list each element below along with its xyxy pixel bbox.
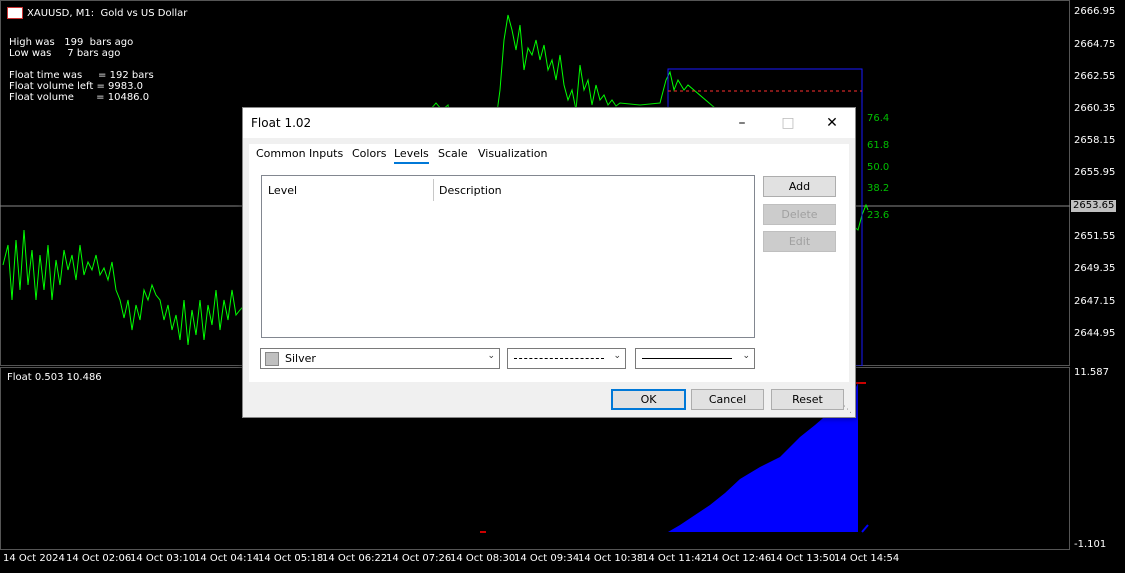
line-width-select[interactable]: ⌄ (635, 348, 755, 369)
tab-levels[interactable]: Levels (394, 147, 429, 164)
minimize-button[interactable]: – (719, 108, 765, 138)
tab-common[interactable]: Common (256, 147, 306, 160)
fib-level-618: 61.8 (867, 140, 890, 151)
close-icon: ✕ (826, 115, 838, 131)
time-tick: 14 Oct 10:38 (578, 553, 644, 564)
volume-tail (861, 524, 869, 533)
delete-button[interactable]: Delete (763, 204, 836, 225)
time-tick: 14 Oct 05:18 (258, 553, 324, 564)
price-tick: 2658.15 (1074, 135, 1116, 146)
line-style-select[interactable]: ⌄ (507, 348, 626, 369)
tab-inputs[interactable]: Inputs (309, 147, 343, 160)
dialog-titlebar[interactable]: Float 1.02 – □ ✕ (243, 108, 855, 138)
float-time-text: Float time was = 192 bars (9, 70, 154, 81)
fib-level-382: 38.2 (867, 183, 890, 194)
time-tick: 14 Oct 11:42 (642, 553, 708, 564)
time-tick: 14 Oct 12:46 (706, 553, 772, 564)
low-was-text: Low was 7 bars ago (9, 48, 121, 59)
chart-header: XAUUSD, M1: Gold vs US Dollar (27, 8, 188, 19)
time-tick: 14 Oct 09:34 (514, 553, 580, 564)
subwindow-axis-top: 11.587 (1074, 367, 1109, 378)
tab-scale[interactable]: Scale (438, 147, 468, 160)
time-tick: 14 Oct 14:54 (834, 553, 900, 564)
dashed-line-preview (514, 358, 604, 359)
subwindow-axis-bottom: -1.101 (1074, 539, 1107, 550)
chevron-down-icon: ⌄ (487, 351, 495, 361)
properties-dialog: Float 1.02 – □ ✕ Common Inputs Colors Le… (242, 107, 856, 418)
fib-level-500: 50.0 (867, 162, 890, 173)
symbol-icon (7, 7, 23, 19)
price-tick: 2649.35 (1074, 263, 1116, 274)
time-tick: 14 Oct 07:26 (386, 553, 452, 564)
time-tick: 14 Oct 2024 (3, 553, 65, 564)
price-tick: 2644.95 (1074, 328, 1116, 339)
edit-button[interactable]: Edit (763, 231, 836, 252)
chevron-down-icon: ⌄ (742, 351, 750, 361)
fib-level-236: 23.6 (867, 210, 890, 221)
solid-line-preview (642, 358, 732, 359)
float-volume-left-text: Float volume left = 9983.0 (9, 81, 144, 92)
price-tick: 2647.15 (1074, 296, 1116, 307)
color-select-value: Silver (285, 352, 316, 365)
color-swatch (265, 352, 279, 366)
tab-visualization[interactable]: Visualization (478, 147, 547, 160)
time-tick: 14 Oct 08:30 (450, 553, 516, 564)
tab-colors[interactable]: Colors (352, 147, 386, 160)
close-button[interactable]: ✕ (809, 108, 855, 138)
fib-level-764: 76.4 (867, 113, 890, 124)
cancel-button[interactable]: Cancel (691, 389, 764, 410)
price-tick: 2662.55 (1074, 71, 1116, 82)
column-description[interactable]: Description (439, 184, 502, 197)
price-tick: 2664.75 (1074, 39, 1116, 50)
time-tick: 14 Oct 02:06 (66, 553, 132, 564)
maximize-button[interactable]: □ (765, 108, 811, 138)
time-tick: 14 Oct 04:14 (194, 553, 260, 564)
time-tick: 14 Oct 06:22 (322, 553, 388, 564)
dialog-title: Float 1.02 (251, 116, 312, 130)
price-tick: 2651.55 (1074, 231, 1116, 242)
color-select[interactable]: Silver ⌄ (260, 348, 500, 369)
current-price-tag: 2653.65 (1071, 200, 1117, 212)
add-button[interactable]: Add (763, 176, 836, 197)
levels-list[interactable]: Level Description (261, 175, 755, 338)
high-was-text: High was 199 bars ago (9, 37, 134, 48)
float-volume-text: Float volume = 10486.0 (9, 92, 150, 103)
resize-grip-icon[interactable]: ⋱ (843, 405, 852, 415)
price-tick: 2655.95 (1074, 167, 1116, 178)
column-level[interactable]: Level (268, 184, 297, 197)
time-tick: 14 Oct 03:10 (130, 553, 196, 564)
chevron-down-icon: ⌄ (613, 351, 621, 361)
time-tick: 14 Oct 13:50 (770, 553, 836, 564)
ok-button[interactable]: OK (611, 389, 686, 410)
price-tick: 2666.95 (1074, 6, 1116, 17)
column-divider (433, 179, 434, 201)
reset-button[interactable]: Reset (771, 389, 844, 410)
price-tick: 2660.35 (1074, 103, 1116, 114)
